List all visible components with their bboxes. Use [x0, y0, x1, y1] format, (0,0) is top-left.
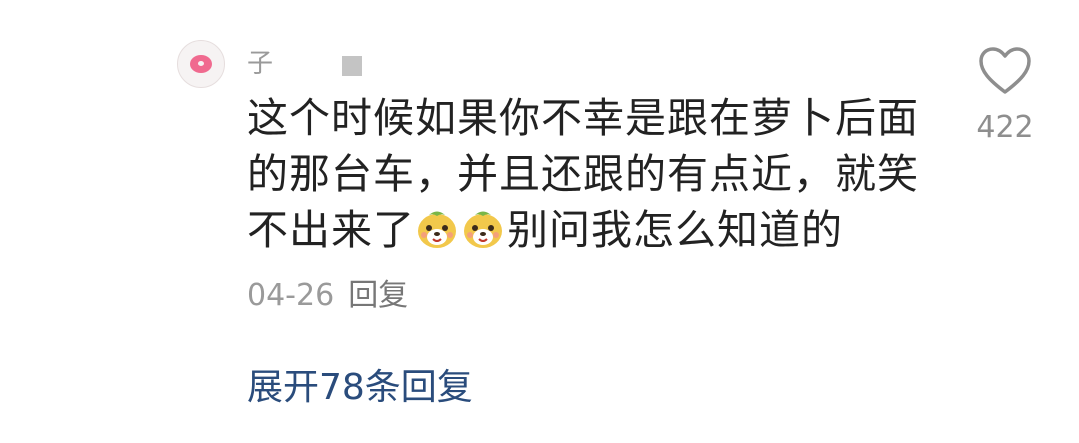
like-group: 422	[972, 46, 1038, 146]
comment-text-part2: 别问我怎么知道的	[507, 206, 843, 254]
like-count: 422	[976, 110, 1034, 145]
comment-date: 04-26	[247, 278, 335, 313]
comment-item: 子 这个时候如果你不幸是跟在萝卜后面的那台车，并且还跟的有点近，就笑不出来了 别…	[0, 0, 1079, 443]
laughing-dog-emoji-icon	[464, 211, 502, 248]
heart-outline-icon[interactable]	[977, 46, 1033, 96]
expand-replies-button[interactable]: 展开78条回复	[247, 364, 473, 412]
laughing-dog-emoji-icon	[418, 211, 456, 248]
comment-text: 这个时候如果你不幸是跟在萝卜后面的那台车，并且还跟的有点近，就笑不出来了 别问我…	[247, 90, 937, 258]
username[interactable]: 子	[247, 46, 273, 82]
user-avatar[interactable]	[177, 40, 225, 88]
username-redaction	[342, 56, 362, 76]
donut-icon	[190, 55, 212, 73]
comment-meta: 04-26 回复	[247, 276, 408, 316]
reply-button[interactable]: 回复	[348, 278, 408, 313]
